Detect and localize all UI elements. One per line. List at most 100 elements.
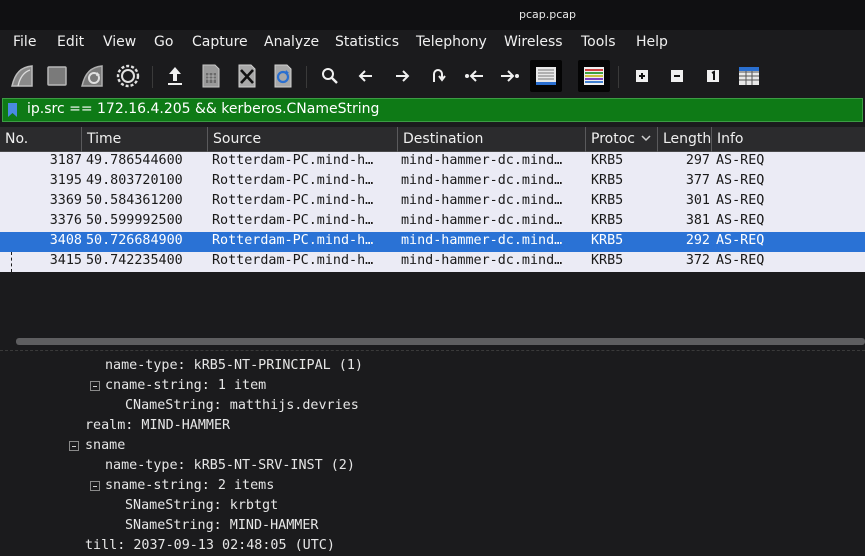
cell-no: 3187 <box>49 153 82 168</box>
zoom-in-icon[interactable] <box>626 60 658 92</box>
packet-row[interactable]: 3369 50.584361200 Rotterdam-PC.mind-h… m… <box>0 192 865 212</box>
cell-destination: mind-hammer-dc.mind… <box>401 233 563 248</box>
cell-info: AS-REQ <box>716 253 765 268</box>
restart-capture-icon[interactable] <box>76 60 108 92</box>
display-filter-input[interactable]: ip.src == 172.16.4.205 && kerberos.CName… <box>2 98 863 122</box>
open-file-icon[interactable] <box>159 60 191 92</box>
menu-telephony[interactable]: Telephony <box>416 34 487 50</box>
menu-statistics[interactable]: Statistics <box>335 34 399 50</box>
zoom-out-icon[interactable] <box>661 60 693 92</box>
detail-line[interactable]: CNameString: matthijs.devries <box>125 398 359 413</box>
collapse-toggle-icon[interactable] <box>90 481 100 491</box>
cell-info: AS-REQ <box>716 213 765 228</box>
stop-capture-icon[interactable] <box>41 60 73 92</box>
cell-length: 301 <box>685 193 710 208</box>
cell-destination: mind-hammer-dc.mind… <box>401 153 563 168</box>
packet-row-selected[interactable]: 3408 50.726684900 Rotterdam-PC.mind-h… m… <box>0 232 865 252</box>
menu-wireless[interactable]: Wireless <box>504 34 563 50</box>
detail-line[interactable]: realm: MIND-HAMMER <box>85 418 230 433</box>
capture-options-icon[interactable] <box>112 60 144 92</box>
menu-view[interactable]: View <box>103 34 136 50</box>
cell-length: 381 <box>685 213 710 228</box>
packet-list: 3187 49.786544600 Rotterdam-PC.mind-h… m… <box>0 152 865 337</box>
save-file-icon[interactable] <box>195 60 227 92</box>
cell-time: 50.742235400 <box>86 253 183 268</box>
resize-columns-icon[interactable] <box>733 60 765 92</box>
reload-file-icon[interactable] <box>267 60 299 92</box>
cell-protocol: KRB5 <box>591 213 624 228</box>
menu-file[interactable]: File <box>13 34 36 50</box>
column-header-protocol-label: Protoc <box>591 131 635 147</box>
menu-tools[interactable]: Tools <box>581 34 616 50</box>
go-forward-icon[interactable] <box>386 60 418 92</box>
go-back-icon[interactable] <box>350 60 382 92</box>
first-packet-icon[interactable] <box>458 60 490 92</box>
cell-no: 3369 <box>49 193 82 208</box>
column-header-no[interactable]: No. <box>0 127 82 152</box>
cell-info: AS-REQ <box>716 153 765 168</box>
packet-row[interactable]: 3187 49.786544600 Rotterdam-PC.mind-h… m… <box>0 152 865 172</box>
packet-details-pane: name-type: kRB5-NT-PRINCIPAL (1) cname-s… <box>0 350 865 556</box>
cell-protocol: KRB5 <box>591 153 624 168</box>
cell-info: AS-REQ <box>716 233 765 248</box>
title-bar: pcap.pcap <box>0 0 865 30</box>
find-packet-icon[interactable] <box>314 60 346 92</box>
cell-time: 49.786544600 <box>86 153 183 168</box>
close-file-icon[interactable] <box>231 60 263 92</box>
packet-list-horizontal-scrollbar[interactable] <box>16 338 865 345</box>
cell-time: 50.726684900 <box>86 233 183 248</box>
menu-analyze[interactable]: Analyze <box>264 34 319 50</box>
detail-line[interactable]: sname <box>85 438 125 453</box>
packet-row[interactable]: 3415 50.742235400 Rotterdam-PC.mind-h… m… <box>0 252 865 272</box>
related-packet-indicator <box>11 252 12 272</box>
detail-line[interactable]: sname-string: 2 items <box>105 478 274 493</box>
cell-info: AS-REQ <box>716 193 765 208</box>
detail-line[interactable]: name-type: kRB5-NT-SRV-INST (2) <box>105 458 355 473</box>
detail-line[interactable]: SNameString: MIND-HAMMER <box>125 518 318 533</box>
start-capture-icon[interactable] <box>6 60 38 92</box>
column-header-length[interactable]: Length <box>658 127 712 152</box>
cell-source: Rotterdam-PC.mind-h… <box>212 233 374 248</box>
bookmark-icon[interactable] <box>8 103 17 117</box>
cell-source: Rotterdam-PC.mind-h… <box>212 153 374 168</box>
collapse-toggle-icon[interactable] <box>69 441 79 451</box>
detail-line[interactable]: SNameString: krbtgt <box>125 498 278 513</box>
cell-no: 3195 <box>49 173 82 188</box>
detail-line[interactable]: cname-string: 1 item <box>105 378 266 393</box>
autoscroll-icon[interactable] <box>530 60 562 92</box>
cell-time: 49.803720100 <box>86 173 183 188</box>
menu-help[interactable]: Help <box>636 34 668 50</box>
normal-size-icon[interactable] <box>697 60 729 92</box>
packet-row[interactable]: 3376 50.599992500 Rotterdam-PC.mind-h… m… <box>0 212 865 232</box>
menu-capture[interactable]: Capture <box>192 34 248 50</box>
column-header-source[interactable]: Source <box>208 127 398 152</box>
toolbar-separator <box>618 66 619 88</box>
column-header-time[interactable]: Time <box>82 127 208 152</box>
toolbar-separator <box>306 66 307 88</box>
collapse-toggle-icon[interactable] <box>90 381 100 391</box>
colorize-icon[interactable] <box>578 60 610 92</box>
detail-line[interactable]: name-type: kRB5-NT-PRINCIPAL (1) <box>105 358 363 373</box>
cell-length: 377 <box>685 173 710 188</box>
packet-row[interactable]: 3195 49.803720100 Rotterdam-PC.mind-h… m… <box>0 172 865 192</box>
column-header-info[interactable]: Info <box>712 127 865 152</box>
cell-source: Rotterdam-PC.mind-h… <box>212 253 374 268</box>
cell-length: 372 <box>685 253 710 268</box>
sort-chevron-down-icon <box>641 135 651 142</box>
cell-destination: mind-hammer-dc.mind… <box>401 173 563 188</box>
cell-length: 297 <box>685 153 710 168</box>
filter-expression: ip.src == 172.16.4.205 && kerberos.CName… <box>27 101 380 117</box>
cell-destination: mind-hammer-dc.mind… <box>401 213 563 228</box>
cell-no: 3376 <box>49 213 82 228</box>
go-to-packet-icon[interactable] <box>422 60 454 92</box>
last-packet-icon[interactable] <box>494 60 526 92</box>
detail-line[interactable]: till: 2037-09-13 02:48:05 (UTC) <box>85 538 335 553</box>
cell-no: 3408 <box>49 233 82 248</box>
column-header-destination[interactable]: Destination <box>398 127 586 152</box>
menu-go[interactable]: Go <box>154 34 173 50</box>
menu-edit[interactable]: Edit <box>57 34 84 50</box>
column-header-protocol[interactable]: Protoc <box>586 127 658 152</box>
cell-protocol: KRB5 <box>591 193 624 208</box>
toolbar-separator <box>152 66 153 88</box>
packet-list-header: No. Time Source Destination Protoc Lengt… <box>0 127 865 152</box>
